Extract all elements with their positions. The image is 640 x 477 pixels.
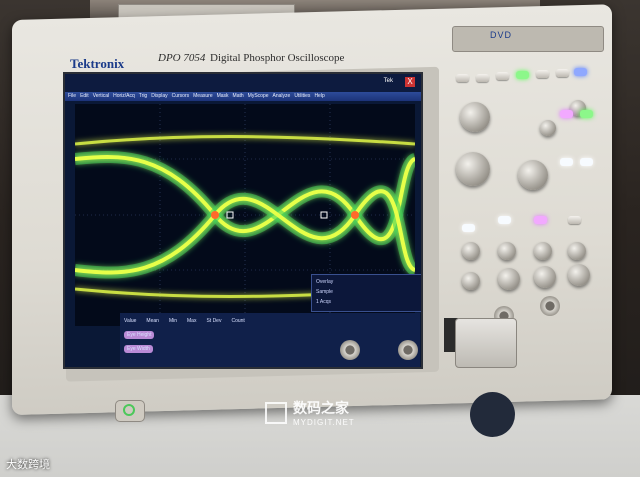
panel-button[interactable] [496,72,509,80]
menu-item[interactable]: Vertical [93,92,109,101]
ch3-position-knob[interactable] [534,242,552,260]
ch1-input-connector [340,340,360,360]
menu-item[interactable]: Analyze [273,92,291,101]
menu-item[interactable]: Trig [139,92,147,101]
panel-button[interactable] [456,74,469,82]
power-icon [123,404,135,416]
panel-button[interactable] [536,70,549,78]
ch1-button[interactable] [462,224,475,232]
ch4-scale-knob[interactable] [568,264,590,286]
panel-button[interactable] [556,69,569,77]
ch2-button[interactable] [498,216,511,224]
corner-label: 大数跨境 [6,459,50,471]
watermark-logo-icon [265,402,287,424]
menu-item[interactable]: File [68,92,76,101]
horizontal-position-knob[interactable] [460,102,490,132]
ch1-scale-knob[interactable] [462,272,480,290]
acquisition-info-box: Overlay Sample 1 Acqs [311,274,421,312]
menu-item[interactable]: Help [314,92,324,101]
menu-item[interactable]: MyScope [248,92,269,101]
readout-cell: Value [124,318,137,324]
readout-cell: Mean [146,318,159,324]
probe-base [470,392,515,437]
info-label-0: Overlay [316,279,334,285]
menu-item[interactable]: Utilities [294,92,310,101]
screen-titlebar: Tek X [65,74,421,92]
close-icon[interactable]: X [405,77,415,87]
model-name: DPO 7054 [158,52,206,64]
panel-button[interactable] [580,110,593,118]
menu-item[interactable]: Display [151,92,167,101]
photo-scene: Tektronix DPO 7054 Digital Phosphor Osci… [0,0,640,477]
crossing-point-right [351,211,359,219]
menu-item[interactable]: Measure [193,92,212,101]
menu-item[interactable]: Edit [80,92,89,101]
power-button[interactable] [115,400,145,422]
panel-button[interactable] [476,74,489,82]
readout-cell: Max [187,318,197,324]
watermark: 数码之家 MYDIGIT.NET [265,398,373,434]
scale-knob[interactable] [518,160,548,190]
model-subtitle: Digital Phosphor Oscilloscope [210,52,345,64]
measurement-readout: Value Mean Min Max St Dev Count Eye Height Eye … [120,313,420,367]
menu-item[interactable]: Cursors [172,92,190,101]
ch2-input-connector [398,340,418,360]
ch3-scale-knob[interactable] [534,266,556,288]
probe-module [455,318,517,368]
info-label-2: 1 Acqs [316,299,332,305]
dvd-drive[interactable] [452,26,604,52]
readout-cell: Count [231,318,245,324]
readout-cell: Eye Height [124,331,155,339]
panel-button[interactable] [560,110,573,118]
panel-button[interactable] [574,68,587,76]
watermark-url: MYDIGIT.NET [293,418,355,427]
ch1-position-knob[interactable] [462,242,480,260]
info-label-1: Sample [316,289,333,295]
run-stop-button[interactable] [516,71,529,79]
menu-item[interactable]: Horiz/Acq [113,92,135,101]
ch4-input-connector [540,296,560,316]
menu-item[interactable]: Mask [217,92,229,101]
readout-row: Eye Width [124,345,414,353]
multipurpose-knob-a[interactable] [540,120,556,136]
ch3-button[interactable] [534,216,547,224]
panel-button[interactable] [580,158,593,166]
readout-cell: Min [168,318,177,324]
tek-title: Tek [383,78,393,84]
ch2-scale-knob[interactable] [498,268,520,290]
front-panel [440,60,605,315]
readout-cell: Eye Width [124,345,153,353]
crossing-point-left [211,211,219,219]
readout-row: Value Mean Min Max St Dev Count [124,317,414,325]
menu-bar: File Edit Vertical Horiz/Acq Trig Display Curs… [65,92,421,101]
brand-logo: Tektronix [70,56,125,71]
ch4-button[interactable] [568,216,581,224]
menu-item[interactable]: Math [233,92,244,101]
trigger-level-knob[interactable] [456,152,490,186]
panel-button[interactable] [560,158,573,166]
readout-cell: St Dev [206,318,222,324]
readout-row: Eye Height [124,331,414,339]
ch2-position-knob[interactable] [498,242,516,260]
dvd-label: DVD [490,30,513,40]
scope-screen[interactable]: Tek X File Edit Vertical Horiz/Acq Trig Displ… [63,72,423,369]
watermark-chinese: 数码之家 [293,400,349,416]
ch4-position-knob[interactable] [568,242,586,260]
